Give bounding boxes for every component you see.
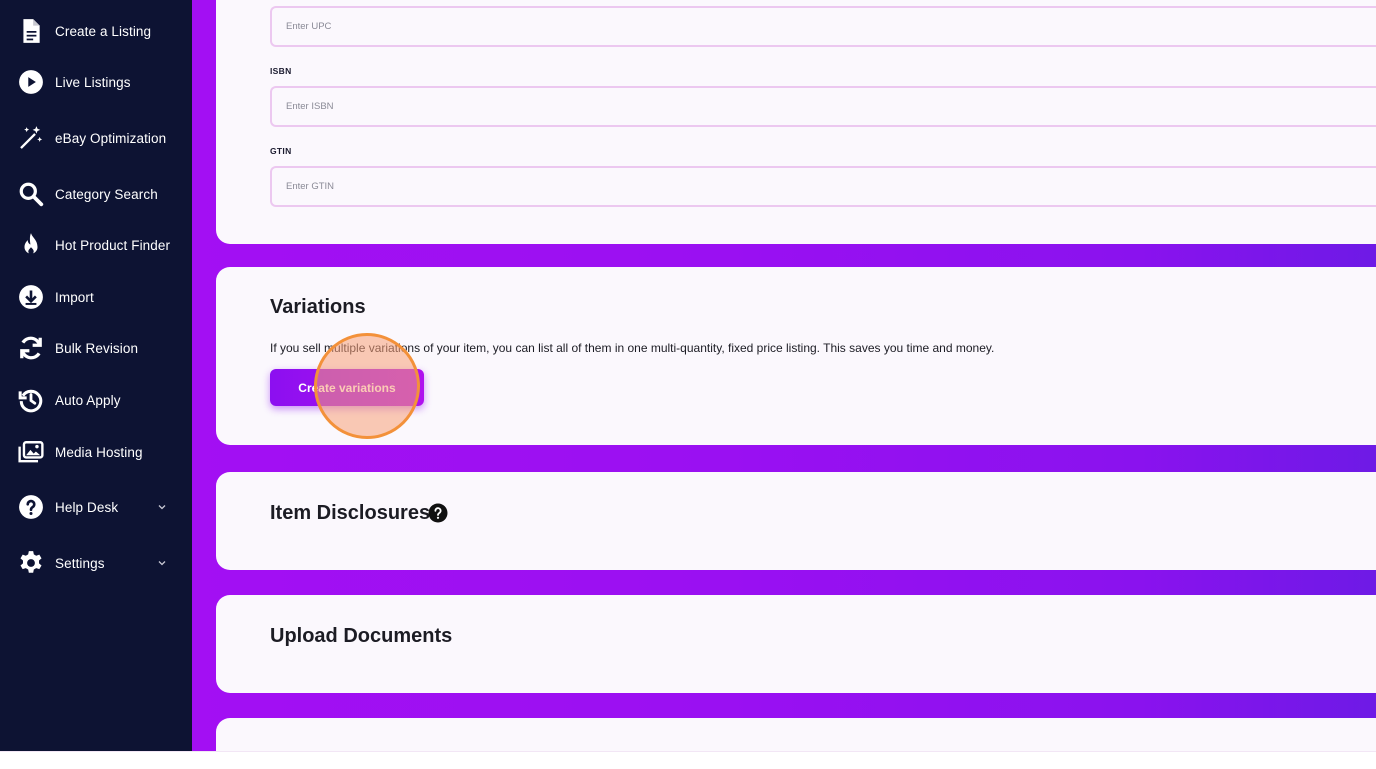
sidebar-item-label: eBay Optimization	[55, 130, 167, 146]
sidebar-item-label: Bulk Revision	[55, 340, 139, 356]
refresh-icon	[18, 335, 44, 361]
item-disclosures-card: Item Disclosures	[216, 472, 1376, 570]
sidebar-item-ebay-optimization[interactable]: eBay Optimization	[0, 118, 192, 158]
sidebar-item-label: Help Desk	[55, 499, 119, 515]
download-circle-icon	[18, 284, 44, 310]
item-disclosures-title: Item Disclosures	[270, 502, 431, 524]
history-icon	[18, 387, 44, 413]
create-variations-button[interactable]: Create variations	[270, 369, 424, 406]
help-circle-icon	[18, 494, 44, 520]
document-icon	[18, 18, 44, 44]
bottom-bar	[0, 751, 1376, 769]
next-section-card	[216, 718, 1376, 751]
variations-card: Variations If you sell multiple variatio…	[216, 267, 1376, 445]
sidebar-item-media-hosting[interactable]: Media Hosting	[0, 432, 192, 472]
sidebar-item-label: Auto Apply	[55, 392, 121, 408]
sidebar-item-live-listings[interactable]: Live Listings	[0, 62, 192, 102]
search-icon	[18, 181, 44, 207]
gtin-label: GTIN	[270, 146, 292, 156]
sidebar-item-label: Import	[55, 289, 94, 305]
sidebar-item-label: Settings	[55, 555, 105, 571]
gear-icon	[18, 550, 44, 576]
product-identifiers-card: ISBN GTIN	[216, 0, 1376, 244]
upload-documents-title: Upload Documents	[270, 625, 453, 647]
gtin-input[interactable]	[270, 166, 1376, 207]
sidebar-item-bulk-revision[interactable]: Bulk Revision	[0, 328, 192, 368]
chevron-down-icon[interactable]	[157, 558, 167, 568]
sidebar-item-create-listing[interactable]: Create a Listing	[0, 11, 192, 51]
sidebar-item-label: Category Search	[55, 186, 158, 202]
chevron-down-icon[interactable]	[157, 502, 167, 512]
help-icon[interactable]	[428, 503, 448, 523]
play-circle-icon	[18, 69, 44, 95]
main-content: ISBN GTIN Variations If you sell multipl…	[192, 0, 1376, 751]
images-icon	[18, 439, 44, 465]
sidebar-item-hot-product-finder[interactable]: Hot Product Finder	[0, 225, 192, 265]
sidebar-item-label: Media Hosting	[55, 444, 143, 460]
upload-documents-card: Upload Documents	[216, 595, 1376, 693]
isbn-label: ISBN	[270, 66, 292, 76]
upc-input[interactable]	[270, 6, 1376, 47]
isbn-input[interactable]	[270, 86, 1376, 127]
sidebar-item-auto-apply[interactable]: Auto Apply	[0, 380, 192, 420]
variations-title: Variations	[270, 296, 366, 318]
sidebar-item-label: Hot Product Finder	[55, 237, 171, 253]
sidebar-item-import[interactable]: Import	[0, 277, 192, 317]
magic-wand-icon	[18, 125, 44, 151]
sidebar-item-help-desk[interactable]: Help Desk	[0, 487, 192, 527]
sidebar-item-settings[interactable]: Settings	[0, 543, 192, 583]
sidebar-item-label: Create a Listing	[55, 23, 152, 39]
variations-description: If you sell multiple variations of your …	[270, 341, 995, 355]
sidebar: Create a Listing Live Listings eBay Opti…	[0, 0, 192, 751]
flame-icon	[18, 232, 44, 258]
sidebar-item-category-search[interactable]: Category Search	[0, 174, 192, 214]
sidebar-item-label: Live Listings	[55, 74, 131, 90]
